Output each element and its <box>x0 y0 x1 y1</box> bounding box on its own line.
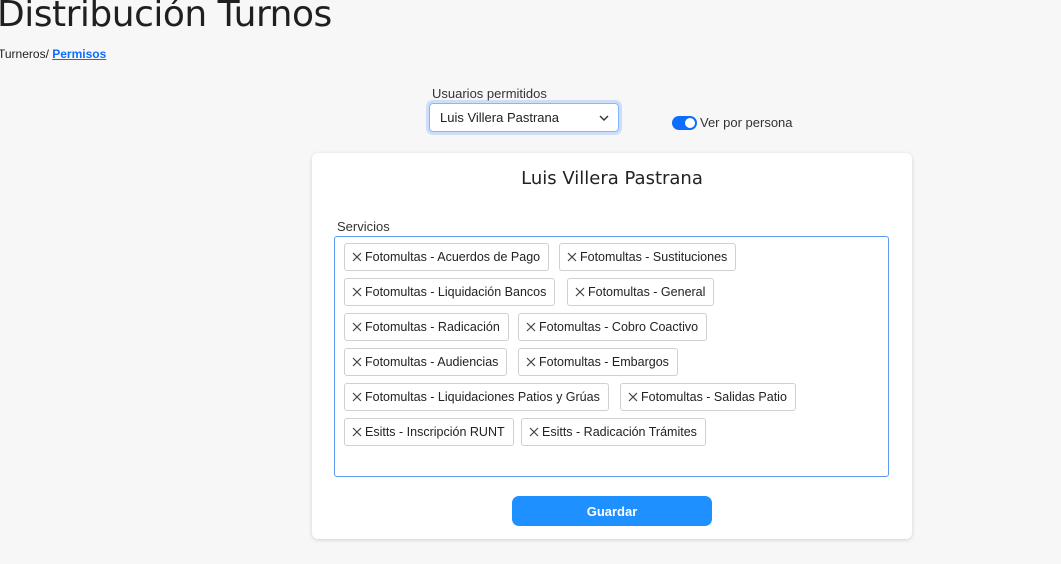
save-button[interactable]: Guardar <box>512 496 712 526</box>
service-tag[interactable]: Esitts - Radicación Trámites <box>521 418 706 446</box>
breadcrumb-root: Turneros/ <box>0 47 49 61</box>
users-select-value: Luis Villera Pastrana <box>440 110 559 125</box>
close-icon[interactable] <box>567 252 577 262</box>
permissions-card: Luis Villera Pastrana Servicios Fotomult… <box>312 153 912 539</box>
breadcrumb-link-permisos[interactable]: Permisos <box>52 47 106 61</box>
services-multiselect[interactable]: Fotomultas - Acuerdos de Pago Fotomultas… <box>334 236 889 477</box>
close-icon[interactable] <box>352 287 362 297</box>
toggle-label: Ver por persona <box>700 115 793 130</box>
service-tag[interactable]: Fotomultas - General <box>567 278 715 306</box>
close-icon[interactable] <box>529 427 539 437</box>
close-icon[interactable] <box>352 357 362 367</box>
view-by-person-toggle[interactable]: Ver por persona <box>672 115 793 130</box>
service-tag[interactable]: Fotomultas - Acuerdos de Pago <box>344 243 550 271</box>
service-tag[interactable]: Fotomultas - Radicación <box>344 313 509 341</box>
services-label: Servicios <box>337 219 390 234</box>
chevron-down-icon <box>599 115 609 121</box>
page-title: Distribución Turnos <box>0 0 332 35</box>
close-icon[interactable] <box>352 322 362 332</box>
close-icon[interactable] <box>526 357 536 367</box>
service-tag[interactable]: Fotomultas - Cobro Coactivo <box>518 313 708 341</box>
service-tag[interactable]: Esitts - Inscripción RUNT <box>344 418 514 446</box>
close-icon[interactable] <box>575 287 585 297</box>
service-tag[interactable]: Fotomultas - Liquidación Bancos <box>344 278 556 306</box>
close-icon[interactable] <box>352 392 362 402</box>
users-select-label: Usuarios permitidos <box>432 86 547 101</box>
close-icon[interactable] <box>526 322 536 332</box>
breadcrumb: Turneros/ Permisos <box>0 47 106 61</box>
service-tag[interactable]: Fotomultas - Salidas Patio <box>620 383 796 411</box>
toggle-switch[interactable] <box>672 115 697 130</box>
users-select[interactable]: Luis Villera Pastrana <box>429 103 619 132</box>
card-title: Luis Villera Pastrana <box>521 168 703 189</box>
service-tag[interactable]: Fotomultas - Embargos <box>518 348 678 376</box>
close-icon[interactable] <box>628 392 638 402</box>
close-icon[interactable] <box>352 427 362 437</box>
service-tag[interactable]: Fotomultas - Liquidaciones Patios y Grúa… <box>344 383 609 411</box>
close-icon[interactable] <box>352 252 362 262</box>
service-tag[interactable]: Fotomultas - Audiencias <box>344 348 508 376</box>
service-tag[interactable]: Fotomultas - Sustituciones <box>559 243 737 271</box>
